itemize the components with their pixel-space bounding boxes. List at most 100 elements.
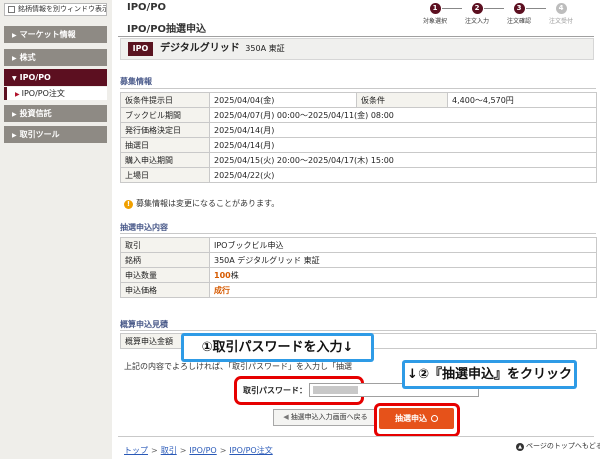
- callout-enter-password: ①取引パスワードを入力↓: [181, 333, 374, 362]
- info-icon: !: [124, 200, 133, 209]
- open-stock-window-button[interactable]: 銘柄情報を別ウィンドウ表示: [4, 3, 107, 16]
- lottery-info-table: 取引 IPOブックビル申込 銘柄 350A デジタルグリッド 東証 申込数量 1…: [120, 237, 597, 298]
- order-step-indicator: 1 対象選択 2 注文入力 3 注文確認 4 注文受付: [418, 3, 596, 29]
- callout-text: ↓②『抽選申込』をクリック: [405, 363, 574, 386]
- recruit-section-title: 募集情報: [120, 77, 152, 86]
- breadcrumb: トップ > 取引 > IPO/PO > IPO/PO注文: [124, 445, 273, 456]
- arrow-up-icon: ▲: [516, 443, 524, 451]
- table-cell: 2025/04/07(月) 00:00～2025/04/11(金) 08:00: [209, 107, 597, 123]
- table-header-cell: 取引: [120, 237, 210, 253]
- page-top-link[interactable]: ▲ ページのトップへもどる: [516, 441, 600, 451]
- page-top-label: ページのトップへもどる: [526, 442, 600, 450]
- breadcrumb-separator: >: [219, 446, 227, 455]
- stock-name: デジタルグリッド 350A 東証: [160, 42, 285, 56]
- circle-arrow-icon: [431, 415, 438, 422]
- stock-name-bar: IPO デジタルグリッド 350A 東証: [120, 38, 594, 60]
- back-button-label: 抽選申込入力画面へ戻る: [290, 413, 368, 421]
- table-cell-price: 成行: [209, 282, 597, 298]
- breadcrumb-link-top[interactable]: トップ: [124, 446, 148, 455]
- chevron-left-icon: ◀: [283, 413, 289, 421]
- sidebar-item-ipo-po[interactable]: ▼ IPO/PO: [4, 69, 107, 86]
- step-number: 3: [513, 3, 525, 14]
- table-cell: 4,400～4,570円: [447, 92, 597, 108]
- section-divider: [120, 330, 596, 331]
- confirm-instruction: 上記の内容でよろしければ、「取引パスワード」を入力し「抽選: [124, 362, 352, 371]
- step-label: 注文入力: [464, 18, 489, 25]
- sidebar-item-mutual-funds[interactable]: ▶ 投資信託: [4, 105, 107, 122]
- step-1: 1 対象選択: [418, 3, 452, 25]
- triangle-down-icon: ▼: [12, 75, 17, 82]
- table-row: 上場日 2025/04/22(火): [120, 167, 597, 183]
- table-row: 購入申込期間 2025/04/15(火) 20:00～2025/04/17(木)…: [120, 152, 597, 168]
- recruit-note: ! 募集情報は変更になることがあります。: [124, 198, 279, 209]
- triangle-right-icon: ▶: [12, 32, 17, 39]
- sidebar-item-label: マーケット情報: [19, 30, 76, 39]
- section-divider: [120, 88, 596, 89]
- table-row: 発行価格決定日 2025/04/14(月): [120, 122, 597, 138]
- table-cell: 2025/04/14(月): [209, 137, 597, 153]
- sidebar-item-trading-tools[interactable]: ▶ 取引ツール: [4, 126, 107, 143]
- page-title: IPO/PO抽選申込: [127, 24, 207, 35]
- triangle-right-icon: ▶: [12, 111, 17, 118]
- table-header-cell: 上場日: [120, 167, 210, 183]
- table-cell-quantity: 100株: [209, 267, 597, 283]
- title-divider: [118, 36, 594, 37]
- sidebar-item-market[interactable]: ▶ マーケット情報: [4, 26, 107, 43]
- sidebar-subitem-ipo-po-order[interactable]: ▶ IPO/PO注文: [4, 87, 107, 100]
- section-divider: [120, 233, 596, 234]
- sidebar-item-stocks[interactable]: ▶ 株式: [4, 49, 107, 66]
- estimate-section-title: 概算申込見積: [120, 320, 168, 329]
- table-header-cell: 銘柄: [120, 252, 210, 268]
- breadcrumb-link-ipo-po[interactable]: IPO/PO: [189, 446, 216, 455]
- table-row: 申込価格 成行: [120, 282, 597, 298]
- table-row: ブックビル期間 2025/04/07(月) 00:00～2025/04/11(金…: [120, 107, 597, 123]
- table-row: 申込数量 100株: [120, 267, 597, 283]
- callout-click-submit: ↓②『抽選申込』をクリック: [402, 360, 577, 389]
- step-number: 4: [555, 3, 567, 14]
- step-number: 1: [429, 3, 441, 14]
- password-label: 取引パスワード：: [243, 386, 307, 395]
- breadcrumb-separator: >: [179, 446, 187, 455]
- step-4: 4 注文受付: [544, 3, 578, 25]
- sidebar-item-label: IPO/PO: [19, 73, 51, 82]
- table-cell: IPOブックビル申込: [209, 237, 597, 253]
- step-label: 対象選択: [422, 18, 447, 25]
- table-header-cell: 仮条件: [356, 92, 448, 108]
- table-row: 銘柄 350A デジタルグリッド 東証: [120, 252, 597, 268]
- quantity-value: 100: [214, 270, 231, 280]
- breadcrumb-link-ipo-po-order[interactable]: IPO/PO注文: [229, 446, 272, 455]
- table-row: 仮条件提示日 2025/04/04(金) 仮条件 4,400～4,570円: [120, 92, 597, 108]
- table-cell: 2025/04/22(火): [209, 167, 597, 183]
- table-cell: 2025/04/14(月): [209, 122, 597, 138]
- table-header-cell: 抽選日: [120, 137, 210, 153]
- back-to-input-button[interactable]: ◀ 抽選申込入力画面へ戻る: [273, 409, 378, 426]
- lottery-section-title: 抽選申込内容: [120, 223, 168, 232]
- table-header-cell: 申込価格: [120, 282, 210, 298]
- table-header-cell: 発行価格決定日: [120, 122, 210, 138]
- breadcrumb-separator: >: [151, 446, 158, 455]
- recruit-info-table: 仮条件提示日 2025/04/04(金) 仮条件 4,400～4,570円 ブッ…: [120, 92, 597, 183]
- triangle-right-icon: ▶: [12, 132, 17, 139]
- table-header-cell: 購入申込期間: [120, 152, 210, 168]
- table-cell: 2025/04/04(金): [209, 92, 357, 108]
- quantity-unit: 株: [230, 270, 239, 280]
- lottery-submit-button[interactable]: 抽選申込: [379, 408, 454, 429]
- section-heading: IPO/PO: [127, 2, 167, 13]
- triangle-right-icon: ▶: [15, 91, 20, 98]
- table-row: 抽選日 2025/04/14(月): [120, 137, 597, 153]
- step-number: 2: [471, 3, 483, 14]
- open-stock-window-label: 銘柄情報を別ウィンドウ表示: [18, 5, 107, 13]
- step-label: 注文受付: [548, 18, 573, 25]
- step-2: 2 注文入力: [460, 3, 494, 25]
- table-header-cell: ブックビル期間: [120, 107, 210, 123]
- callout-text: ①取引パスワードを入力↓: [184, 336, 371, 359]
- breadcrumb-link-trade[interactable]: 取引: [161, 446, 177, 455]
- table-cell: 350A デジタルグリッド 東証: [209, 252, 597, 268]
- step-label: 注文確認: [506, 18, 531, 25]
- sidebar-item-label: 取引ツール: [19, 130, 60, 139]
- password-masked-value: [313, 386, 358, 394]
- submit-button-label: 抽選申込: [395, 414, 427, 423]
- table-header-cell: 申込数量: [120, 267, 210, 283]
- sidebar-subitem-label: IPO/PO注文: [21, 89, 65, 98]
- recruit-note-text: 募集情報は変更になることがあります。: [136, 199, 280, 208]
